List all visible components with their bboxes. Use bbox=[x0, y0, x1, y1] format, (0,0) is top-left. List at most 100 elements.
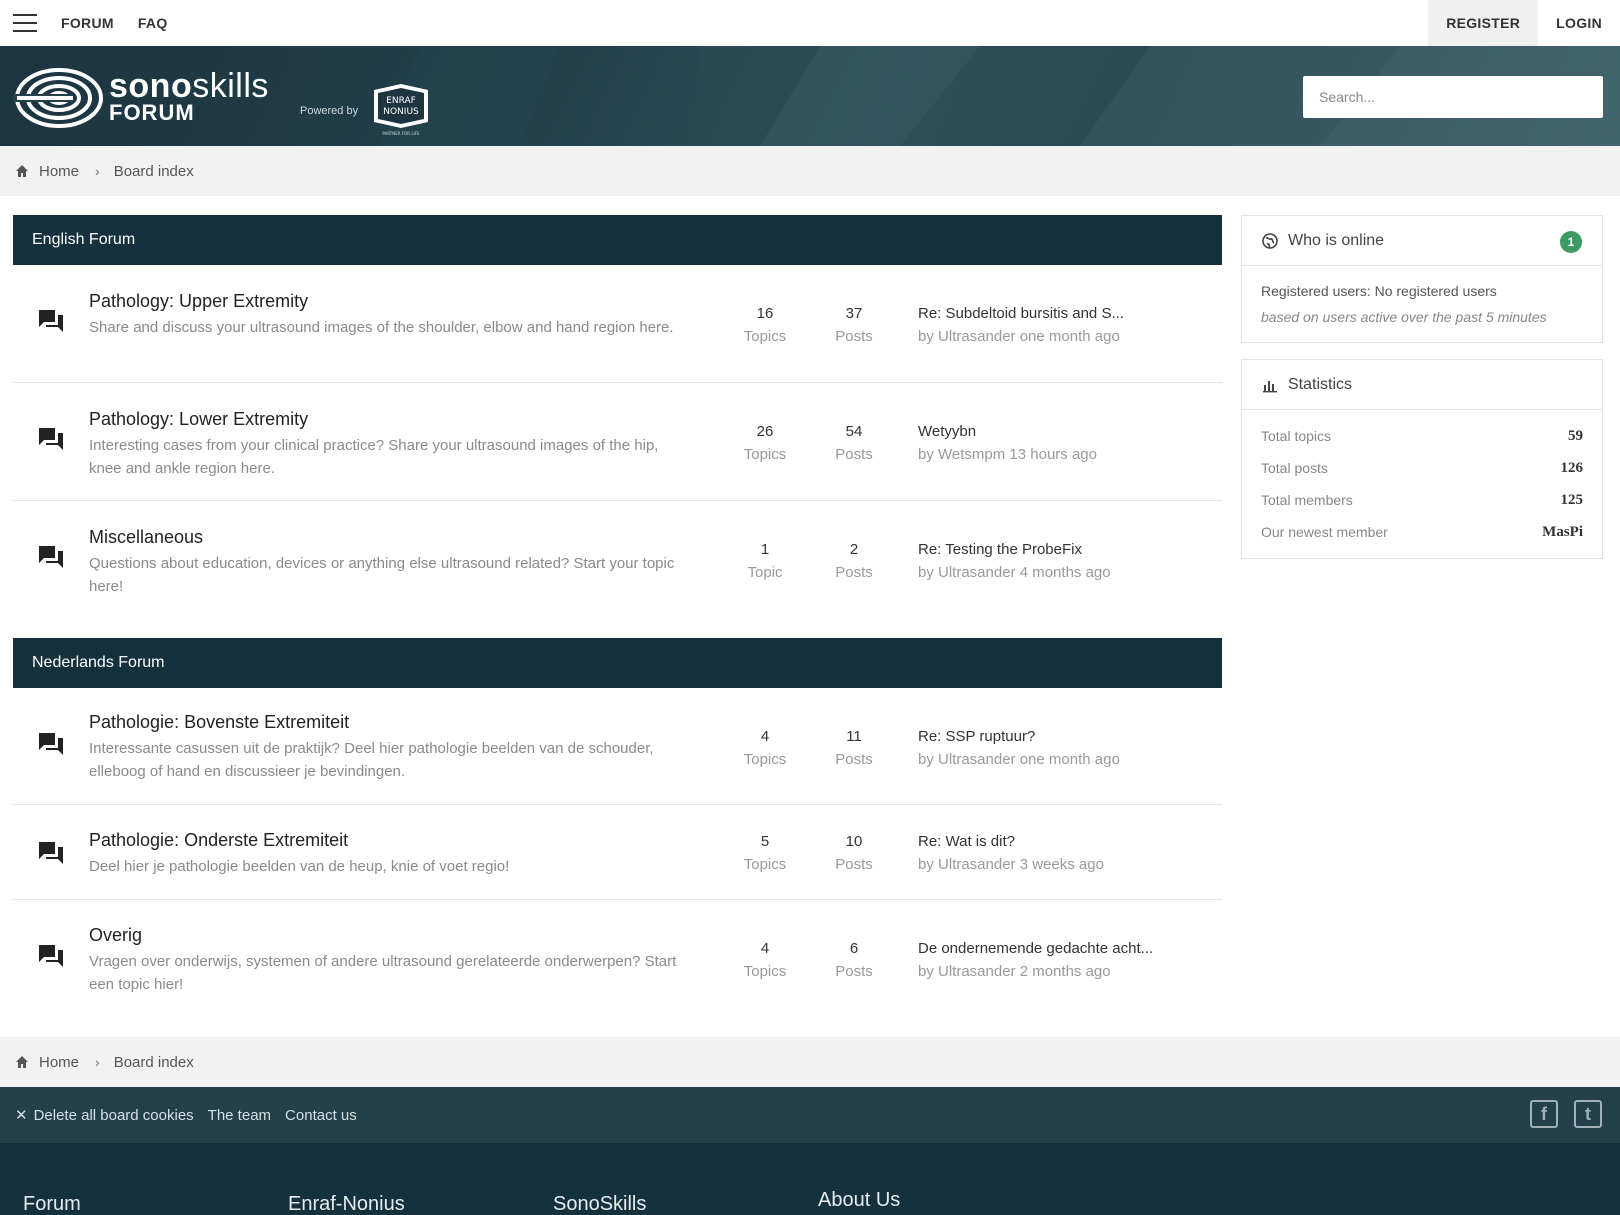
footer-heading-forum: Forum bbox=[23, 1193, 81, 1215]
english-forum-section: English Forum Pathology: Upper Extremity… bbox=[13, 215, 1222, 619]
forum-title[interactable]: Pathologie: Bovenste Extremiteit bbox=[89, 712, 349, 733]
forum-row[interactable]: Pathologie: Bovenste Extremiteit Interes… bbox=[13, 688, 1222, 805]
posts-count: 10 Posts bbox=[835, 833, 873, 873]
section-header[interactable]: English Forum bbox=[13, 215, 1222, 265]
registered-users-text: Registered users: No registered users bbox=[1261, 283, 1497, 299]
statistics-panel: Statistics Total topics 59 Total posts 126… bbox=[1241, 359, 1603, 559]
enraf-line1: ENRAF bbox=[386, 96, 416, 106]
online-count-badge: 1 bbox=[1560, 231, 1582, 253]
last-post-link[interactable]: Re: SSP ruptuur? bbox=[918, 725, 1120, 748]
posts-count: 2 Posts bbox=[835, 541, 873, 581]
online-note: based on users active over the past 5 mi… bbox=[1261, 309, 1547, 325]
search-input[interactable] bbox=[1303, 76, 1603, 118]
header-banner: sonoskills FORUM Powered by ENRAF NONIUS… bbox=[0, 46, 1620, 146]
bar-chart-icon bbox=[1263, 380, 1277, 392]
enraf-nonius-logo[interactable]: ENRAF NONIUS PARTNER FOR LIFE bbox=[370, 82, 432, 136]
topics-count: 5 Topics bbox=[743, 833, 787, 873]
last-post-author: by Wetsmpm 13 hours ago bbox=[918, 446, 1097, 463]
last-post: Re: Wat is dit? by Ultrasander 3 weeks ag… bbox=[918, 830, 1104, 876]
last-post-link[interactable]: Re: Testing the ProbeFix bbox=[918, 538, 1111, 561]
breadcrumb-bottom: Home › Board index bbox=[0, 1037, 1620, 1087]
breadcrumb-home-link[interactable]: Home bbox=[39, 163, 79, 180]
forum-row[interactable]: Pathology: Lower Extremity Interesting c… bbox=[13, 383, 1222, 501]
home-icon[interactable] bbox=[15, 1055, 29, 1069]
last-post-link[interactable]: De ondernemende gedachte acht... bbox=[918, 937, 1153, 960]
forum-row[interactable]: Overig Vragen over onderwijs, systemen o… bbox=[13, 900, 1222, 1010]
statistics-title: Statistics bbox=[1288, 375, 1353, 393]
account-links: REGISTER LOGIN bbox=[1428, 0, 1620, 46]
globe-icon bbox=[1262, 232, 1278, 249]
menu-icon[interactable] bbox=[13, 14, 37, 32]
breadcrumb-top: Home › Board index bbox=[0, 146, 1620, 196]
facebook-icon[interactable]: f bbox=[1530, 1100, 1558, 1128]
twitter-icon[interactable]: t bbox=[1574, 1100, 1602, 1128]
breadcrumb-home-link[interactable]: Home bbox=[39, 1054, 79, 1071]
forum-description: Vragen over onderwijs, systemen of ander… bbox=[89, 953, 677, 993]
last-post: Re: Testing the ProbeFix by Ultrasander 4… bbox=[918, 538, 1111, 584]
forum-title[interactable]: Pathology: Upper Extremity bbox=[89, 291, 308, 312]
forum-title[interactable]: Pathology: Lower Extremity bbox=[89, 409, 308, 430]
forum-chat-icon bbox=[39, 945, 63, 967]
footer-heading-about: About Us bbox=[818, 1189, 901, 1211]
chevron-right-icon: › bbox=[95, 1054, 100, 1070]
sonoskills-logo[interactable]: sonoskills FORUM bbox=[13, 66, 269, 130]
stat-row-newest-member: Our newest member MasPi bbox=[1261, 523, 1583, 541]
logo-wordmark: sonoskills FORUM bbox=[109, 69, 269, 125]
forum-description: Questions about education, devices or an… bbox=[89, 555, 675, 595]
who-is-online-panel: Who is online 1 Registered users: No reg… bbox=[1241, 215, 1603, 343]
forum-chat-icon bbox=[39, 310, 63, 332]
who-is-online-header[interactable]: Who is online 1 bbox=[1242, 216, 1602, 266]
posts-count: 37 Posts bbox=[835, 305, 873, 345]
stat-row-total-topics: Total topics 59 bbox=[1261, 427, 1583, 445]
last-post-author: by Ultrasander 3 weeks ago bbox=[918, 856, 1104, 873]
forum-chat-icon bbox=[39, 546, 63, 568]
topics-count: 16 Topics bbox=[743, 305, 787, 345]
last-post: Wetyybn by Wetsmpm 13 hours ago bbox=[918, 420, 1097, 466]
footer-heading-enraf: Enraf-Nonius bbox=[288, 1193, 405, 1215]
forum-description: Share and discuss your ultrasound images… bbox=[89, 319, 674, 336]
forum-description: Interesting cases from your clinical pra… bbox=[89, 437, 659, 477]
last-post-link[interactable]: Re: Wat is dit? bbox=[918, 830, 1104, 853]
footer-links-bar: ✕ Delete all board cookies The team Cont… bbox=[0, 1087, 1620, 1143]
last-post-link[interactable]: Re: Subdeltoid bursitis and S... bbox=[918, 302, 1124, 325]
forum-title[interactable]: Pathologie: Onderste Extremiteit bbox=[89, 830, 348, 851]
last-post-link[interactable]: Wetyybn bbox=[918, 420, 1097, 443]
footer-heading-sonoskills: SonoSkills bbox=[553, 1193, 647, 1215]
sonoskills-logo-icon bbox=[13, 68, 103, 128]
forum-description: Interessante casussen uit de praktijk? D… bbox=[89, 740, 654, 780]
powered-by-label: Powered by bbox=[300, 105, 359, 117]
top-navbar: FORUM FAQ REGISTER LOGIN bbox=[0, 0, 1620, 46]
nav-forum-link[interactable]: FORUM bbox=[61, 15, 114, 31]
forum-chat-icon bbox=[39, 733, 63, 755]
statistics-header[interactable]: Statistics bbox=[1242, 360, 1602, 410]
forum-chat-icon bbox=[39, 428, 63, 450]
forum-title[interactable]: Overig bbox=[89, 925, 142, 946]
topics-count: 26 Topics bbox=[743, 423, 787, 463]
newest-member-link[interactable]: MasPi bbox=[1542, 524, 1583, 541]
forum-row[interactable]: Pathologie: Onderste Extremiteit Deel hi… bbox=[13, 805, 1222, 900]
section-header[interactable]: Nederlands Forum bbox=[13, 638, 1222, 688]
home-icon[interactable] bbox=[15, 164, 29, 178]
topics-count: 1 Topic bbox=[747, 541, 783, 581]
the-team-link[interactable]: The team bbox=[208, 1107, 271, 1124]
posts-count: 6 Posts bbox=[835, 940, 873, 980]
delete-cookies-link[interactable]: Delete all board cookies bbox=[34, 1107, 194, 1124]
posts-count: 54 Posts bbox=[835, 423, 873, 463]
nav-faq-link[interactable]: FAQ bbox=[138, 15, 168, 31]
breadcrumb-board-index-link[interactable]: Board index bbox=[114, 163, 194, 180]
stat-row-total-posts: Total posts 126 bbox=[1261, 459, 1583, 477]
login-button[interactable]: LOGIN bbox=[1538, 0, 1620, 46]
footer-bottom: Forum Enraf-Nonius SonoSkills About Us bbox=[0, 1143, 1620, 1215]
forum-title[interactable]: Miscellaneous bbox=[89, 527, 203, 548]
posts-count: 11 Posts bbox=[835, 728, 873, 768]
breadcrumb-board-index-link[interactable]: Board index bbox=[114, 1054, 194, 1071]
forum-row[interactable]: Miscellaneous Questions about education,… bbox=[13, 501, 1222, 619]
register-button[interactable]: REGISTER bbox=[1428, 0, 1539, 46]
topics-count: 4 Topics bbox=[743, 728, 787, 768]
contact-us-link[interactable]: Contact us bbox=[285, 1107, 357, 1124]
forum-chat-icon bbox=[39, 842, 63, 864]
last-post: De ondernemende gedachte acht... by Ultra… bbox=[918, 937, 1153, 983]
who-is-online-title: Who is online bbox=[1288, 231, 1385, 249]
topics-count: 4 Topics bbox=[743, 940, 787, 980]
forum-row[interactable]: Pathology: Upper Extremity Share and dis… bbox=[13, 265, 1222, 383]
